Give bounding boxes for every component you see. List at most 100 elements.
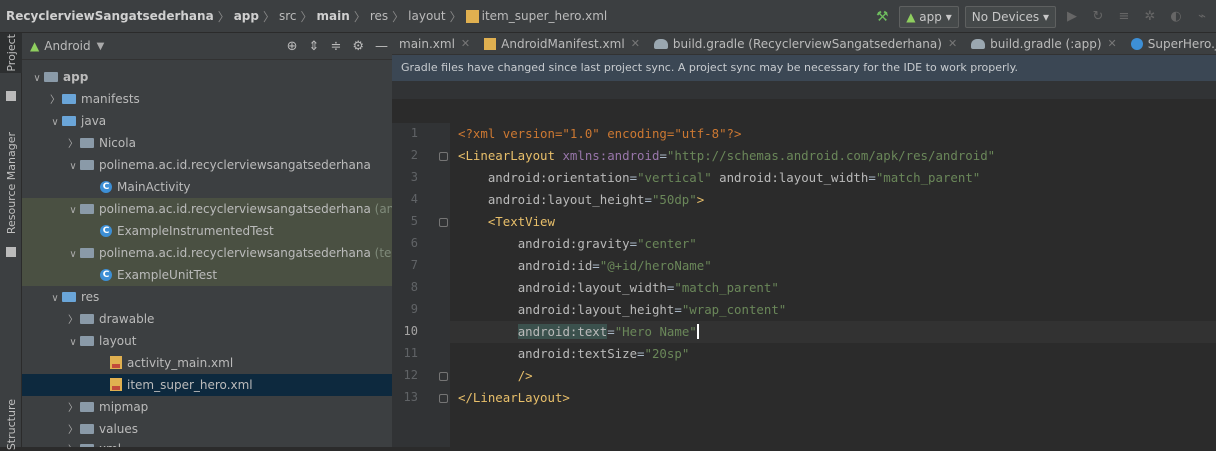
chevron-down-icon[interactable]: ∨: [66, 200, 80, 222]
apply-changes-icon[interactable]: ↻: [1088, 9, 1108, 24]
apply-code-changes-icon[interactable]: ≡: [1114, 9, 1134, 24]
tab-resource-manager[interactable]: Resource Manager: [0, 128, 22, 238]
collapse-all-icon[interactable]: ≑: [330, 39, 341, 54]
close-icon[interactable]: ✕: [948, 37, 957, 50]
tree-item-nicola[interactable]: 〉 Nicola: [22, 132, 392, 154]
code-line[interactable]: android:orientation="vertical" android:l…: [458, 167, 1216, 189]
code-line[interactable]: />: [458, 365, 1216, 387]
text-cursor: [696, 324, 699, 339]
code-line[interactable]: android:textSize="20sp": [458, 343, 1216, 365]
xml-value: "http://schemas.android.com/apk/res/andr…: [666, 148, 996, 163]
tree-item-manifests[interactable]: 〉 manifests: [22, 88, 392, 110]
tab-android-manifest[interactable]: AndroidManifest.xml ✕: [477, 37, 647, 51]
code-line[interactable]: android:layout_width="match_parent": [458, 277, 1216, 299]
tree-item-exampleinstrumentedtest[interactable]: ExampleInstrumentedTest: [22, 220, 392, 242]
breadcrumb-app[interactable]: app: [234, 9, 259, 23]
hide-icon[interactable]: —: [375, 39, 388, 54]
tree-item-label: item_super_hero.xml: [127, 378, 253, 392]
android-icon: ▲: [906, 9, 916, 24]
code-line-current[interactable]: android:text="Hero Name": [450, 321, 1216, 343]
tab-build-gradle-project[interactable]: build.gradle (RecyclerviewSangatsederhan…: [647, 37, 964, 51]
tree-item-values[interactable]: 〉 values: [22, 418, 392, 440]
chevron-down-icon[interactable]: ▼: [97, 41, 105, 52]
device-dropdown[interactable]: No Devices ▾: [964, 5, 1056, 28]
chevron-right-icon[interactable]: 〉: [66, 440, 80, 447]
tab-structure[interactable]: Structure: [0, 399, 22, 450]
chevron-right-icon[interactable]: 〉: [48, 90, 62, 112]
fold-icon[interactable]: [439, 152, 448, 161]
tree-item-package-test[interactable]: ∨ polinema.ac.id.recyclerviewsangatsederh…: [22, 242, 392, 264]
breadcrumb-main[interactable]: main: [317, 9, 350, 23]
breadcrumb-project[interactable]: RecyclerviewSangatsederhana: [6, 9, 214, 23]
tree-item-drawable[interactable]: 〉 drawable: [22, 308, 392, 330]
tree-item-mipmap[interactable]: 〉 mipmap: [22, 396, 392, 418]
tab-label: SuperHero.java: [1147, 36, 1216, 51]
chevron-down-icon[interactable]: ∨: [66, 156, 80, 178]
chevron-right-icon[interactable]: 〉: [66, 398, 80, 420]
xml-attribute: android:layout_height: [517, 302, 675, 317]
editor-tabs: main.xml ✕ AndroidManifest.xml ✕ build.gra…: [392, 33, 1216, 55]
locate-icon[interactable]: ⊕: [287, 39, 298, 54]
chevron-right-icon[interactable]: 〉: [66, 134, 80, 156]
breadcrumb-file[interactable]: item_super_hero.xml: [482, 9, 608, 23]
code-line[interactable]: <TextView: [458, 211, 1216, 233]
tab-resource-manager-label: Resource Manager: [4, 131, 18, 235]
close-icon[interactable]: ✕: [631, 37, 640, 50]
tree-item-label: xml: [99, 442, 121, 447]
tree-item-exampleunittest[interactable]: ExampleUnitTest: [22, 264, 392, 286]
hammer-icon[interactable]: ⚒: [871, 9, 893, 25]
tree-item-label: values: [99, 422, 139, 436]
tab-project[interactable]: Project: [0, 33, 22, 73]
tree-item-app[interactable]: ∨ app: [22, 66, 392, 88]
breadcrumb-src[interactable]: src: [279, 9, 297, 23]
chevron-down-icon[interactable]: ∨: [48, 112, 62, 134]
code-line[interactable]: android:layout_height="wrap_content": [458, 299, 1216, 321]
gear-icon[interactable]: ⚙: [352, 39, 364, 54]
fold-icon[interactable]: [439, 372, 448, 381]
xml-value: "wrap_content": [681, 302, 787, 317]
test-class-icon: [100, 264, 112, 286]
chevron-down-icon[interactable]: ∨: [48, 288, 62, 310]
breadcrumb-res[interactable]: res: [370, 9, 388, 23]
tab-superhero-java[interactable]: SuperHero.java: [1124, 37, 1216, 51]
close-icon[interactable]: ✕: [1108, 37, 1117, 50]
breadcrumb-separator: 〉: [217, 9, 230, 24]
tree-item-res[interactable]: ∨ res: [22, 286, 392, 308]
profile-icon[interactable]: ◐: [1166, 9, 1186, 24]
resource-manager-icon[interactable]: [6, 247, 16, 257]
chevron-down-icon[interactable]: ∨: [66, 244, 80, 266]
fold-icon[interactable]: [439, 394, 448, 403]
chevron-down-icon[interactable]: ∨: [66, 332, 80, 354]
tree-item-activity-main[interactable]: activity_main.xml: [22, 352, 392, 374]
tree-item-xml[interactable]: 〉 xml: [22, 438, 392, 447]
code-line[interactable]: android:gravity="center": [458, 233, 1216, 255]
xml-attribute: android:text: [517, 324, 608, 339]
tree-item-suffix: (and: [374, 202, 392, 216]
attach-debugger-icon[interactable]: ⌁: [1192, 9, 1212, 24]
tree-item-package-main[interactable]: ∨ polinema.ac.id.recyclerviewsangatsederh…: [22, 154, 392, 176]
fold-icon[interactable]: [439, 218, 448, 227]
run-icon[interactable]: ▶: [1062, 9, 1082, 24]
code-line[interactable]: android:id="@+id/heroName": [458, 255, 1216, 277]
code-line[interactable]: </LinearLayout>: [458, 387, 1216, 409]
code-line[interactable]: <LinearLayout xmlns:android="http://sche…: [458, 145, 1216, 167]
tab-activity-main-xml[interactable]: main.xml ✕: [392, 37, 477, 51]
code-line[interactable]: <?xml version="1.0" encoding="utf-8"?>: [458, 123, 1216, 145]
breadcrumb-layout[interactable]: layout: [408, 9, 445, 23]
tab-build-gradle-app[interactable]: build.gradle (:app) ✕: [964, 37, 1124, 51]
run-config-dropdown[interactable]: ▲ app ▾: [899, 5, 959, 28]
chevron-down-icon[interactable]: ∨: [30, 68, 44, 90]
tree-item-mainactivity[interactable]: MainActivity: [22, 176, 392, 198]
debug-icon[interactable]: ✲: [1140, 9, 1160, 24]
expand-all-icon[interactable]: ⇕: [309, 39, 320, 54]
tree-item-item-super-hero[interactable]: item_super_hero.xml: [22, 374, 392, 396]
view-mode-selector[interactable]: Android: [44, 39, 90, 53]
tree-item-package-androidtest[interactable]: ∨ polinema.ac.id.recyclerviewsangatsederh…: [22, 198, 392, 220]
code-line[interactable]: android:layout_height="50dp">: [458, 189, 1216, 211]
tree-item-layout[interactable]: ∨ layout: [22, 330, 392, 352]
chevron-right-icon[interactable]: 〉: [66, 310, 80, 332]
tree-item-label: drawable: [99, 312, 155, 326]
project-icon[interactable]: [6, 91, 16, 101]
close-icon[interactable]: ✕: [461, 37, 470, 50]
tree-item-java[interactable]: ∨ java: [22, 110, 392, 132]
